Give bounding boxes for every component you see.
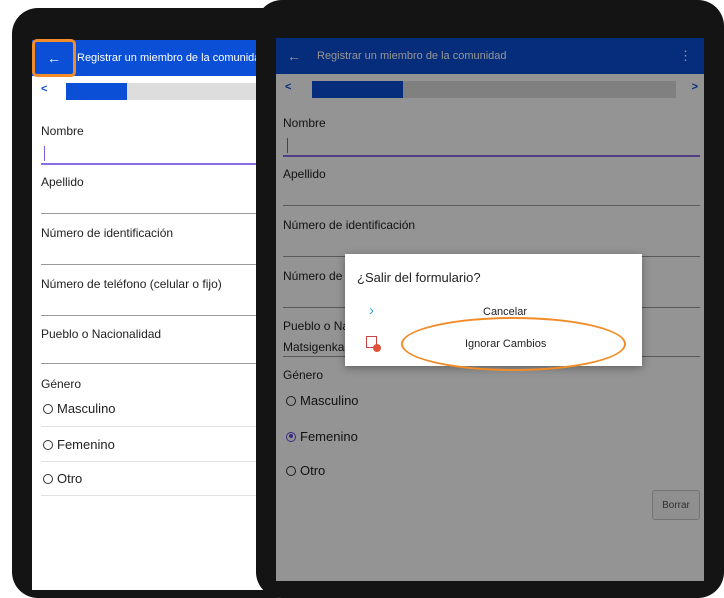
pueblo-input[interactable] (41, 363, 268, 364)
divider (41, 426, 268, 427)
radio-femenino[interactable]: Femenino (43, 437, 115, 452)
radio-button-icon (43, 403, 53, 414)
radio-label: Masculino (57, 401, 116, 416)
text-cursor (44, 146, 45, 161)
telefono-label: Número de teléfono (celular o fijo) (41, 277, 222, 291)
camera-notch (413, 0, 573, 37)
radio-otro[interactable]: Otro (43, 471, 82, 486)
radio-masculino[interactable]: Masculino (43, 401, 116, 416)
dialog-title: ¿Salir del formulario? (357, 270, 481, 285)
divider (41, 461, 268, 462)
step-progress-track (66, 83, 268, 100)
nombre-label: Nombre (41, 124, 84, 138)
chevron-right-icon: › (369, 302, 374, 319)
radio-button-icon (43, 439, 53, 450)
radio-label: Femenino (57, 437, 115, 452)
genero-label: Género (41, 377, 82, 391)
discard-form-icon (366, 336, 381, 352)
apellido-label: Apellido (41, 175, 84, 189)
step-navigation: < (32, 76, 268, 105)
nombre-input[interactable] (41, 163, 268, 165)
app-title: Registrar un miembro de la comunidad (77, 52, 267, 64)
chevron-left-icon[interactable]: < (41, 83, 47, 95)
divider (41, 495, 268, 496)
back-button-highlight (32, 39, 76, 77)
telefono-input[interactable] (41, 315, 268, 316)
pueblo-label: Pueblo o Nacionalidad (41, 327, 162, 341)
apellido-input[interactable] (41, 213, 268, 214)
discard-badge-icon (373, 344, 381, 352)
identificacion-input[interactable] (41, 264, 268, 265)
identificacion-label: Número de identificación (41, 226, 174, 240)
discard-option-highlight (401, 317, 626, 371)
left-screen: ← Registrar un miembro de la comunidad <… (32, 40, 268, 590)
step-progress-fill (66, 83, 127, 100)
radio-label: Otro (57, 471, 83, 486)
radio-button-icon (43, 473, 53, 484)
